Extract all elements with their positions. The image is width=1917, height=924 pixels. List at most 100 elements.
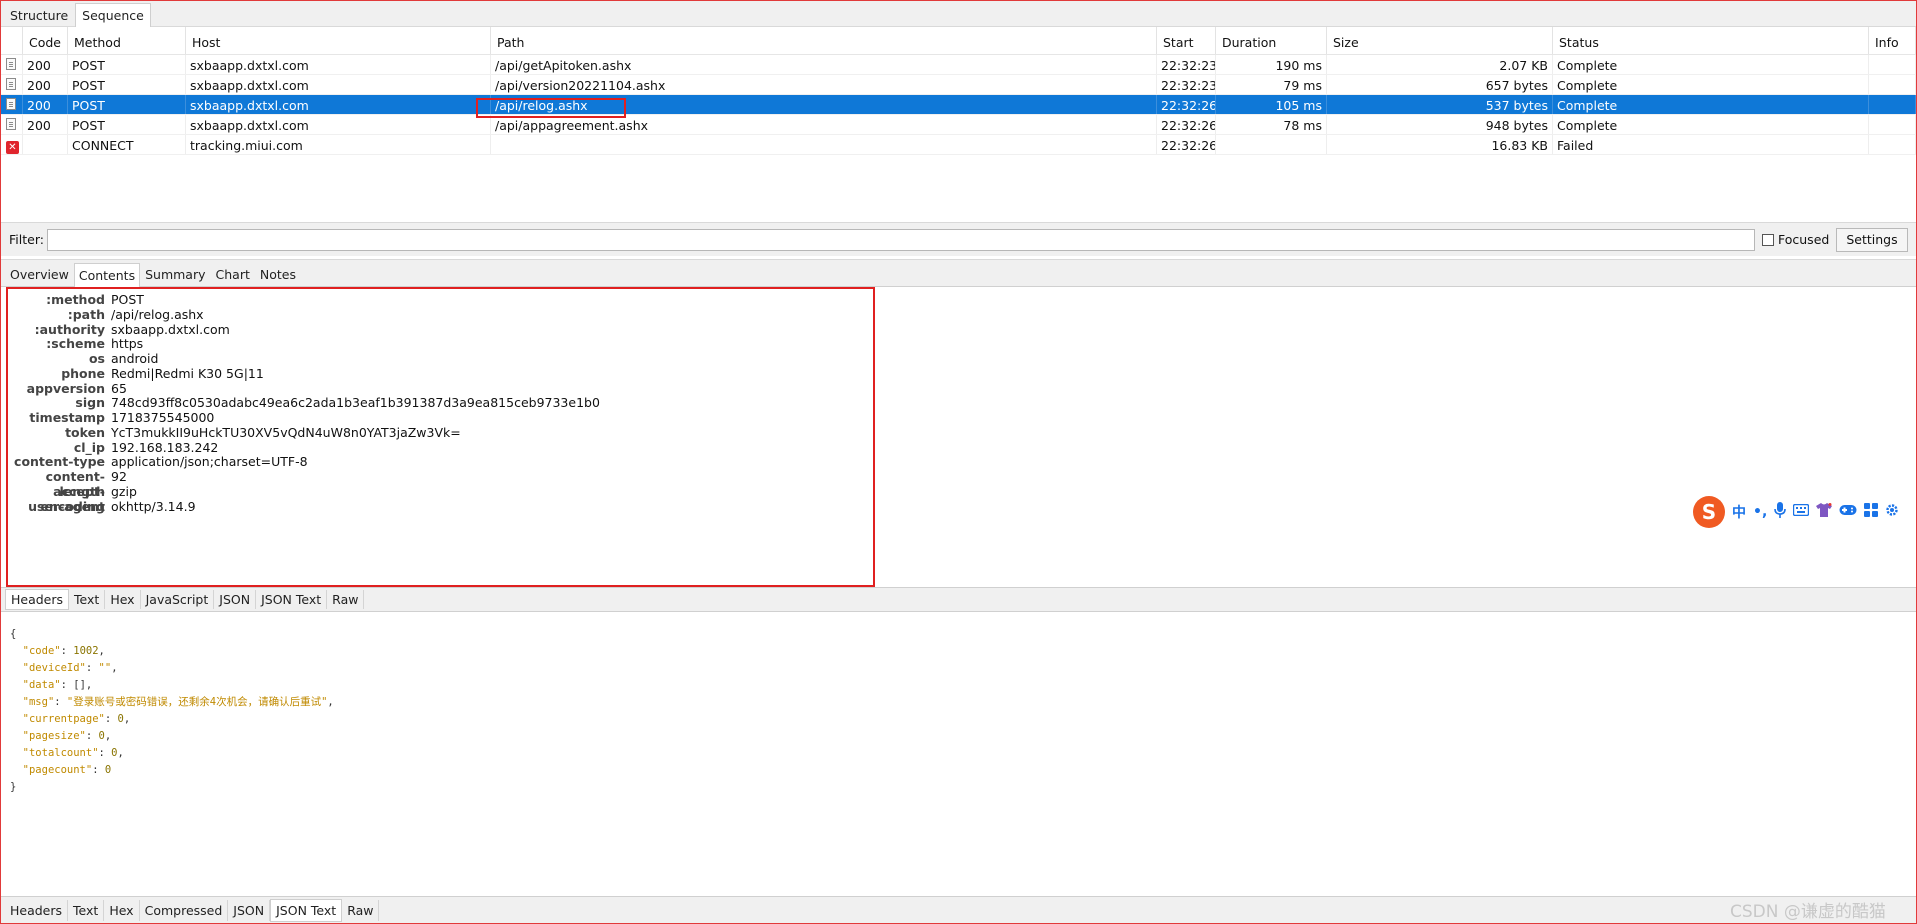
json-value: 0 (117, 713, 124, 725)
req-tab-json-text[interactable]: JSON Text (256, 590, 328, 609)
column-duration[interactable]: Duration (1216, 27, 1327, 54)
resp-tab-raw[interactable]: Raw (342, 899, 380, 921)
json-line: "pagesize": 0, (22, 730, 112, 742)
filter-input[interactable] (47, 229, 1755, 251)
cell-start: 22:32:23 (1157, 55, 1216, 74)
column-code[interactable]: Code (23, 27, 68, 54)
json-line: "code": 1002, (22, 645, 105, 657)
cell-method: CONNECT (68, 135, 186, 154)
req-tab-text[interactable]: Text (69, 590, 106, 609)
settings-button[interactable]: Settings (1836, 228, 1908, 252)
tab-chart[interactable]: Chart (211, 262, 255, 286)
document-icon (1, 95, 23, 114)
document-icon (6, 98, 16, 110)
cell-duration: 79 ms (1216, 75, 1327, 94)
focused-toggle[interactable]: Focused (1762, 232, 1829, 247)
column-info[interactable]: Info (1869, 27, 1916, 54)
resp-tab-json-text[interactable]: JSON Text (270, 898, 343, 922)
document-icon (1, 75, 23, 94)
table-row[interactable]: 200 POST sxbaapp.dxtxl.com/api/relog.ashx 2… (1, 95, 1916, 115)
resp-tab-headers[interactable]: Headers (5, 899, 69, 921)
cell-status: Complete (1553, 95, 1869, 114)
json-value: "登录账号或密码错误，还剩余4次机会，请确认后重试" (66, 696, 328, 708)
resp-tab-text[interactable]: Text (68, 899, 105, 921)
cell-info (1869, 55, 1916, 74)
req-tab-json[interactable]: JSON (214, 590, 257, 609)
cell-method: POST (68, 75, 186, 94)
cell-size: 537 bytes (1327, 95, 1553, 114)
json-value: 0 (111, 747, 118, 759)
json-key: "currentpage" (22, 713, 105, 725)
json-brace: } (10, 781, 17, 793)
json-line: "deviceId": "", (22, 662, 118, 674)
grid-icon[interactable] (1864, 503, 1879, 521)
cell-path: /api/version20221104.ashx (491, 75, 1157, 94)
json-value: 0 (104, 764, 112, 776)
chinese-mode-icon[interactable]: 中 (1732, 502, 1746, 522)
filter-bar: Filter: Focused Settings (1, 222, 1916, 256)
json-line: { (10, 626, 334, 643)
json-line: "data": [], (22, 679, 93, 691)
tab-summary[interactable]: Summary (140, 262, 210, 286)
cell-status: Complete (1553, 115, 1869, 134)
resp-tab-hex[interactable]: Hex (104, 899, 140, 921)
cell-host: sxbaapp.dxtxl.com (186, 95, 491, 114)
json-value: [] (73, 679, 86, 691)
mic-icon[interactable] (1774, 502, 1787, 522)
req-tab-headers[interactable]: Headers (5, 589, 70, 610)
gamepad-icon[interactable] (1839, 504, 1857, 520)
cell-path (491, 135, 1157, 154)
column-size[interactable]: Size (1327, 27, 1553, 54)
tab-notes[interactable]: Notes (255, 262, 301, 286)
document-icon (6, 58, 16, 70)
req-tab-javascript[interactable]: JavaScript (141, 590, 215, 609)
table-row[interactable]: 200 POST sxbaapp.dxtxl.com/api/getApitoken… (1, 55, 1916, 75)
cell-size: 948 bytes (1327, 115, 1553, 134)
cell-method: POST (68, 55, 186, 74)
json-line: "msg": "登录账号或密码错误，还剩余4次机会，请确认后重试", (22, 696, 334, 708)
column-path[interactable]: Path (491, 27, 1157, 54)
column-status[interactable]: Status (1553, 27, 1869, 54)
cell-duration: 105 ms (1216, 95, 1327, 114)
resp-tab-compressed[interactable]: Compressed (140, 899, 229, 921)
json-key: "data" (22, 679, 61, 691)
json-value: 1002 (73, 645, 99, 657)
cell-code: 200 (23, 95, 68, 114)
tab-overview[interactable]: Overview (5, 262, 74, 286)
sogou-logo[interactable]: S (1693, 496, 1725, 528)
gear-icon[interactable] (1885, 503, 1899, 521)
tab-structure[interactable]: Structure (3, 3, 75, 26)
document-icon (6, 118, 16, 130)
cell-code: 200 (23, 55, 68, 74)
shirt-icon[interactable] (1816, 503, 1833, 521)
cell-duration (1216, 135, 1327, 154)
tab-sequence[interactable]: Sequence (75, 3, 151, 27)
json-line: "totalcount": 0, (22, 747, 124, 759)
cell-path: /api/getApitoken.ashx (491, 55, 1157, 74)
punctuation-icon[interactable]: •, (1753, 504, 1767, 520)
column-method[interactable]: Method (68, 27, 186, 54)
tab-contents[interactable]: Contents (73, 263, 141, 287)
json-value: "" (98, 662, 112, 674)
req-tab-hex[interactable]: Hex (105, 590, 141, 609)
keyboard-icon[interactable] (1793, 503, 1810, 520)
detail-tab-bar: Overview Contents Summary Chart Notes (1, 259, 1916, 287)
column-host[interactable]: Host (186, 27, 491, 54)
json-key: "totalcount" (22, 747, 99, 759)
focused-checkbox[interactable] (1762, 233, 1774, 246)
cell-host: tracking.miui.com (186, 135, 491, 154)
cell-host: sxbaapp.dxtxl.com (186, 115, 491, 134)
table-row[interactable]: ✕ CONNECT tracking.miui.com 22:32:26 16.83 K… (1, 135, 1916, 155)
document-icon (1, 115, 23, 134)
table-row[interactable]: 200 POST sxbaapp.dxtxl.com/api/version2022… (1, 75, 1916, 95)
cell-start: 22:32:26 (1157, 135, 1216, 154)
response-view-tab-bar: Headers Text Hex Compressed JSON JSON Te… (1, 896, 1916, 923)
table-row[interactable]: 200 POST sxbaapp.dxtxl.com/api/appagreemen… (1, 115, 1916, 135)
table-body: 200 POST sxbaapp.dxtxl.com/api/getApitoken… (1, 55, 1916, 155)
resp-tab-json[interactable]: JSON (228, 899, 271, 921)
column-start[interactable]: Start (1157, 27, 1216, 54)
json-line: } (10, 779, 334, 796)
json-key: "deviceId" (22, 662, 86, 674)
req-tab-raw[interactable]: Raw (327, 590, 365, 609)
path-highlight-box (476, 98, 626, 118)
